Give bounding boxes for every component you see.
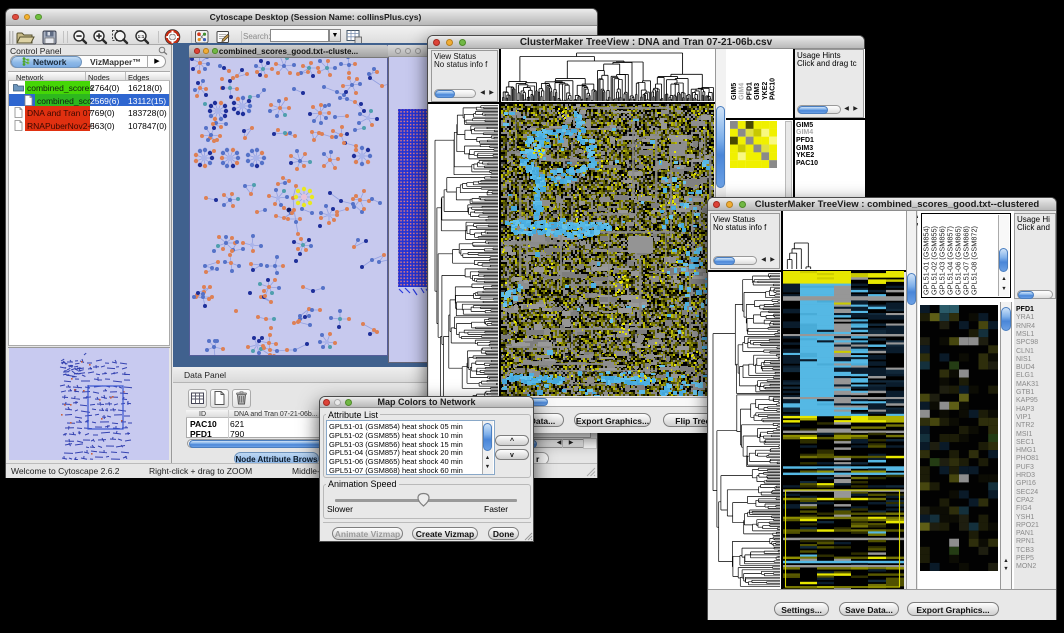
svg-text:GIM5: GIM5 [731, 83, 738, 100]
svg-text:GIM4: GIM4 [739, 83, 746, 100]
svg-text:PFD1: PFD1 [746, 82, 753, 100]
svg-text:GPL51-08 (GSM872): GPL51-08 (GSM872) [970, 226, 979, 295]
svg-text:PAC10: PAC10 [770, 78, 777, 100]
svg-text:1:1: 1:1 [138, 34, 145, 39]
svg-text:YKE2: YKE2 [762, 82, 769, 100]
svg-text:GIM3: GIM3 [754, 83, 761, 100]
